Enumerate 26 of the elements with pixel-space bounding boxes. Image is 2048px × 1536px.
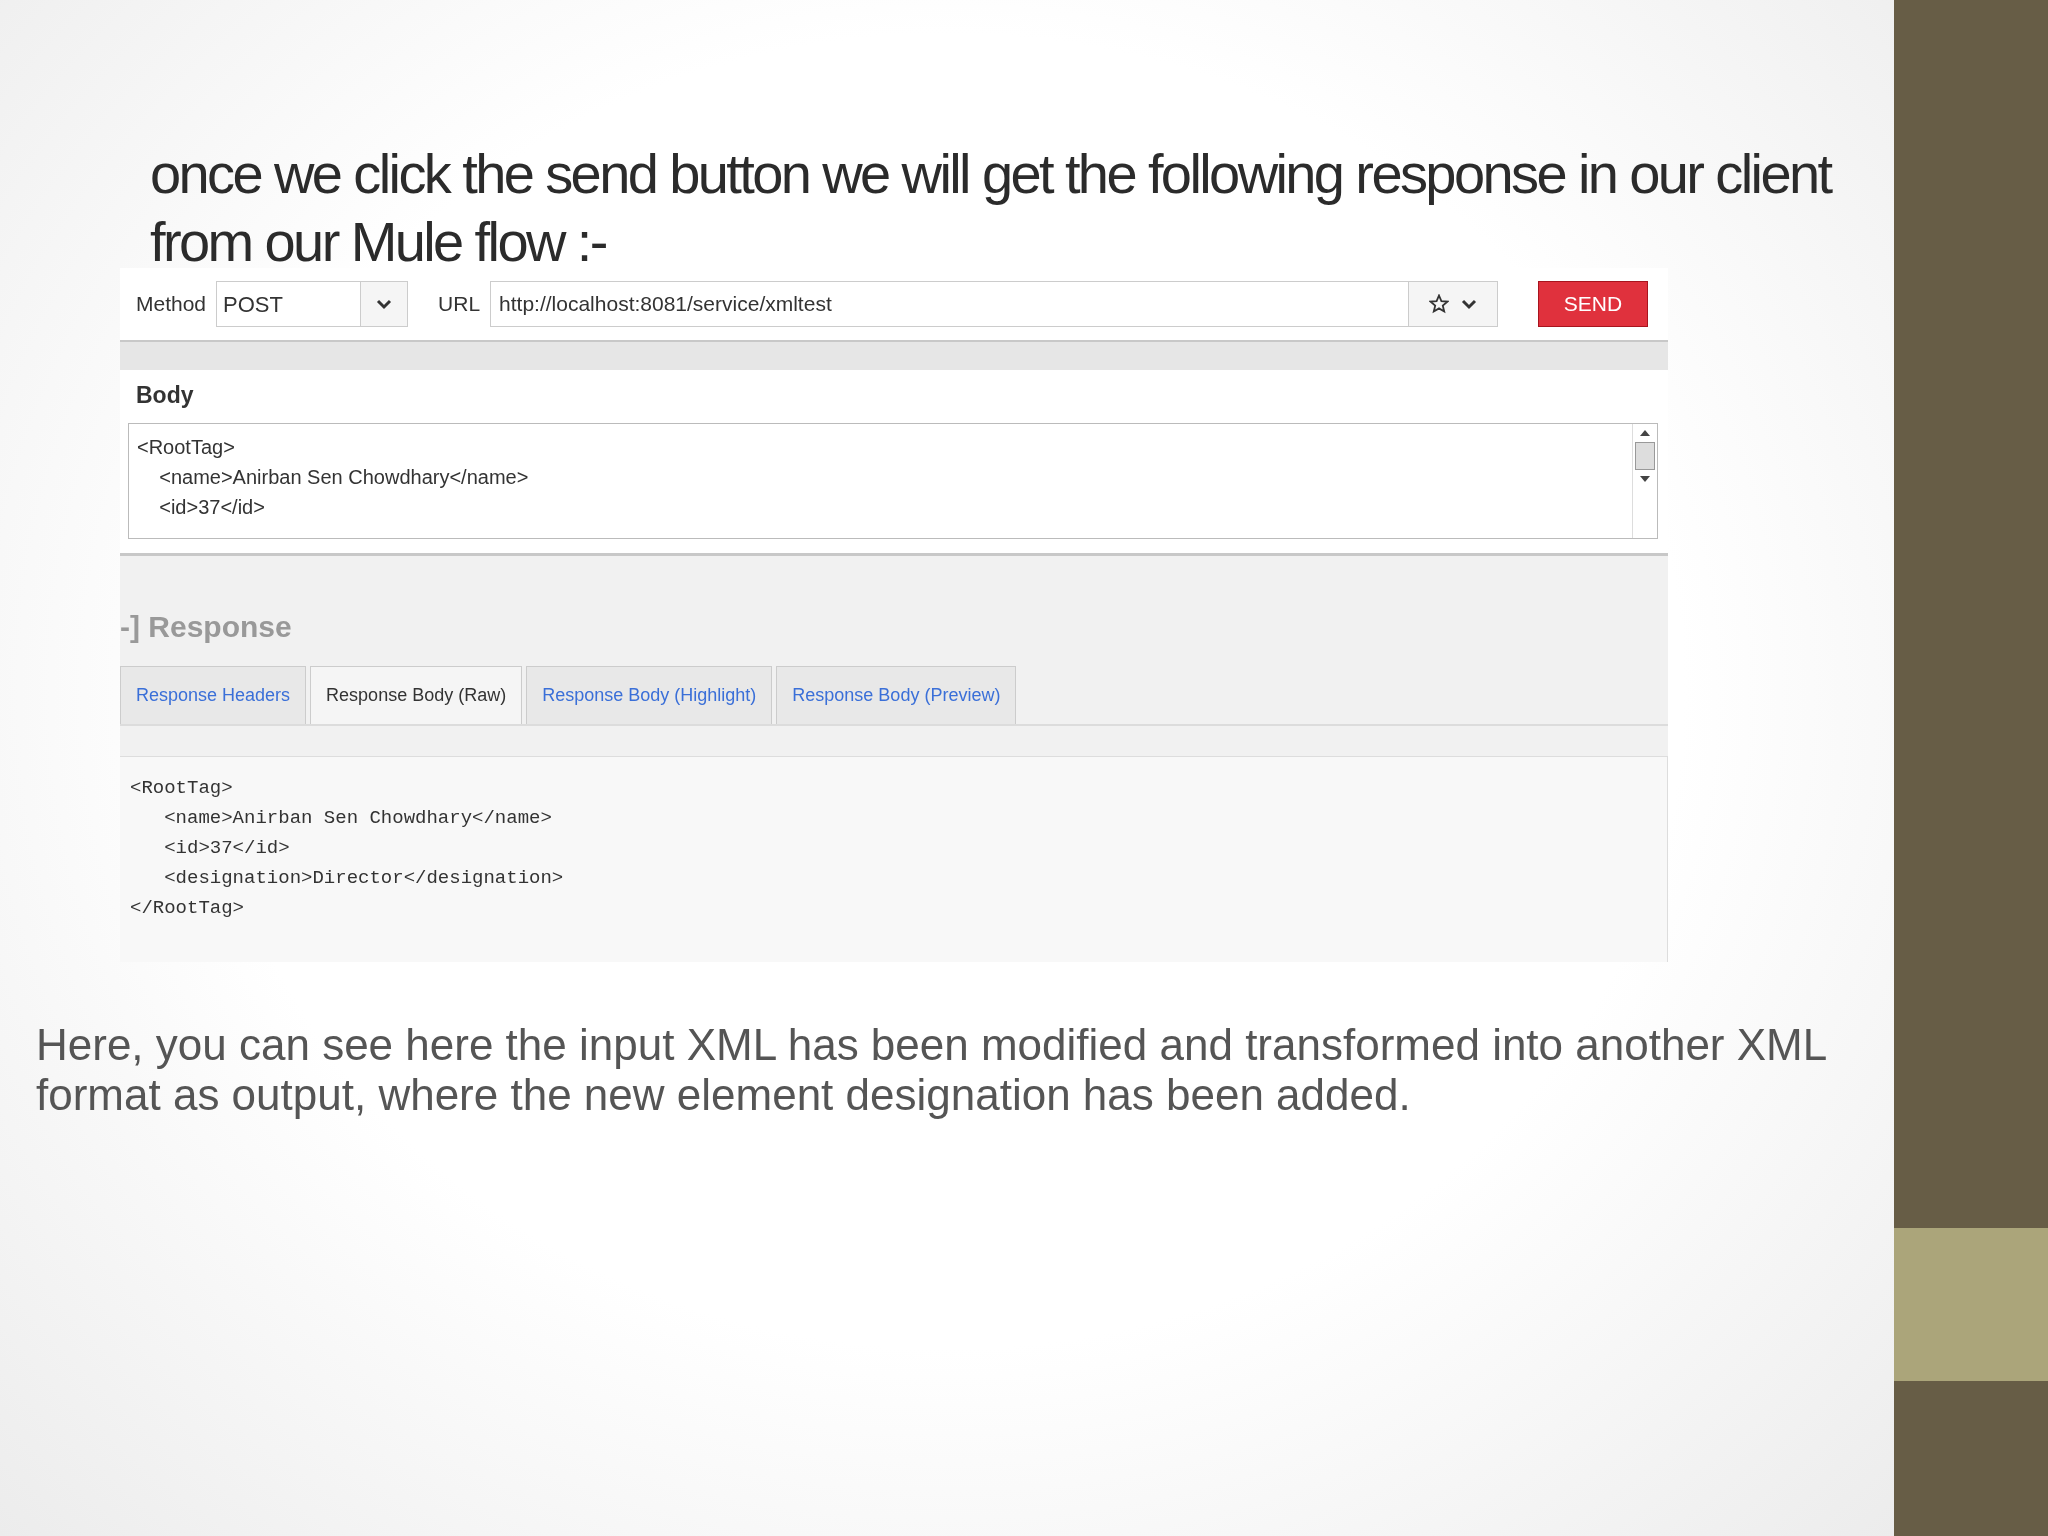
send-button[interactable]: SEND bbox=[1538, 281, 1648, 327]
star-icon[interactable] bbox=[1429, 294, 1449, 314]
response-tab[interactable]: Response Headers bbox=[120, 666, 307, 724]
code-line: <RootTag> bbox=[137, 435, 236, 460]
url-label: URL bbox=[438, 292, 481, 316]
method-dropdown[interactable]: POST bbox=[216, 281, 409, 327]
chevron-down-icon bbox=[376, 298, 393, 310]
code-line: <name>Anirban Sen Chowdhary</name> bbox=[158, 465, 530, 490]
code-line: <id>37</id> bbox=[158, 495, 266, 520]
chevron-down-icon[interactable] bbox=[1461, 298, 1477, 310]
body-heading: Body bbox=[136, 382, 195, 409]
code-line: <designation>Director</designation> bbox=[163, 866, 565, 891]
scrollbar[interactable] bbox=[1632, 424, 1657, 538]
slide-caption: Here, you can see here the input XML has been modified and transformed into another XML format as output, where the new element designation has been added. bbox=[36, 1020, 1827, 1120]
code-line: <RootTag> bbox=[130, 776, 234, 801]
code-line: <id>37</id> bbox=[163, 836, 291, 861]
response-tab[interactable]: Response Body (Highlight) bbox=[526, 666, 773, 724]
response-heading[interactable]: -] Response bbox=[120, 610, 1668, 644]
body-textarea[interactable]: <RootTag> <name>Anirban Sen Chowdhary</name> <id>37</id> bbox=[128, 423, 1658, 539]
code-line: </RootTag> bbox=[130, 896, 246, 921]
response-tab[interactable]: Response Body (Raw) bbox=[310, 666, 523, 724]
response-tab[interactable]: Response Body (Preview) bbox=[776, 666, 1017, 724]
code-line: <name>Anirban Sen Chowdhary</name> bbox=[163, 806, 553, 831]
url-field[interactable]: http://localhost:8081/service/xmltest bbox=[490, 281, 1498, 327]
method-label: Method bbox=[136, 292, 207, 316]
slide-title: once we click the send button we will get the following response in our client from our Mule flow :- bbox=[150, 141, 1833, 268]
